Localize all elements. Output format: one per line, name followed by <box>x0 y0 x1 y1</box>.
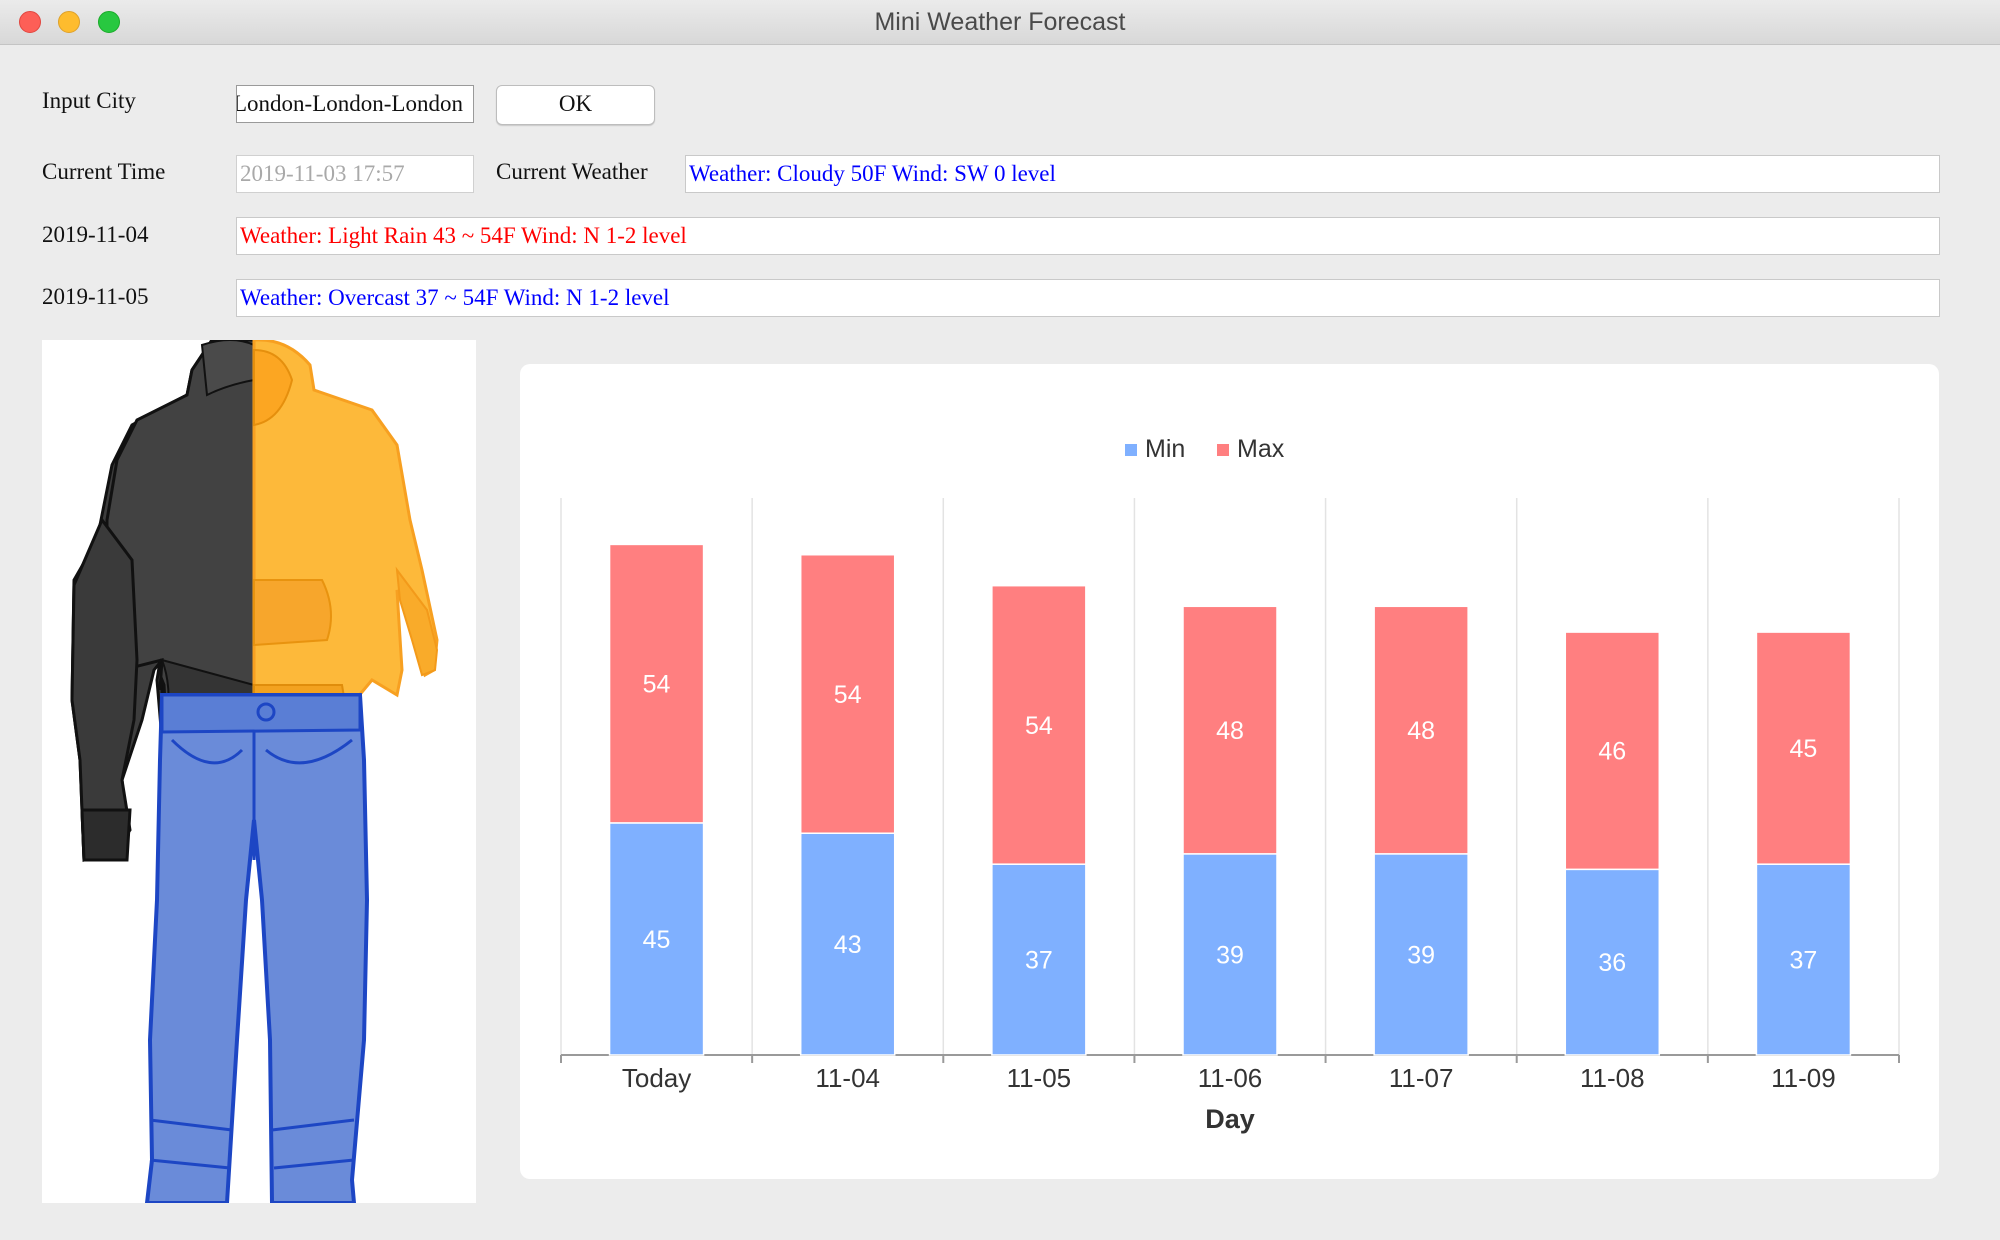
x-tick-label: 11-05 <box>1007 1063 1072 1093</box>
forecast-weather-field-2: Weather: Overcast 37 ~ 54F Wind: N 1-2 l… <box>236 279 1940 317</box>
data-label-min: 39 <box>1216 941 1244 969</box>
forecast-date-2: 2019-11-05 <box>42 284 149 309</box>
current-time-label: Current Time <box>42 159 166 184</box>
data-label-max: 45 <box>1790 735 1818 763</box>
data-label-min: 37 <box>1790 947 1818 975</box>
data-label-min: 45 <box>643 926 671 954</box>
outfit-image <box>42 338 476 1205</box>
x-tick-label: 11-08 <box>1580 1063 1645 1093</box>
data-label-max: 54 <box>643 671 671 699</box>
temperature-chart-svg: Min Max 45 54 Today 43 54 11-04 37 54 11-05 39 48 11-… <box>560 435 1900 1134</box>
city-input[interactable]: London-London-London <box>236 85 474 123</box>
legend-label-max: Max <box>1237 435 1285 463</box>
current-weather-field: Weather: Cloudy 50F Wind: SW 0 level <box>685 155 1940 193</box>
data-label-min: 43 <box>834 931 862 959</box>
jeans-icon <box>144 693 370 1205</box>
data-label-max: 54 <box>834 681 862 709</box>
data-label-max: 48 <box>1216 717 1244 745</box>
forecast-weather-field-1: Weather: Light Rain 43 ~ 54F Wind: N 1-2… <box>236 217 1940 255</box>
window-title: Mini Weather Forecast <box>874 8 1126 36</box>
forecast-date-1: 2019-11-04 <box>42 222 149 247</box>
legend-swatch-min <box>1125 444 1137 456</box>
x-tick-label: 11-04 <box>815 1063 880 1093</box>
outfit-illustration <box>70 338 439 1205</box>
data-label-max: 48 <box>1407 717 1435 745</box>
legend-swatch-max <box>1217 444 1229 456</box>
input-city-label: Input City <box>42 88 136 113</box>
data-label-max: 46 <box>1598 738 1626 766</box>
data-label-min: 39 <box>1407 941 1435 969</box>
x-tick-label: 11-06 <box>1198 1063 1263 1093</box>
temperature-chart: Min Max 45 54 Today 43 54 11-04 37 54 11-05 39 48 11-… <box>520 364 1939 1179</box>
data-label-min: 36 <box>1598 949 1626 977</box>
current-weather-label: Current Weather <box>496 159 648 184</box>
x-axis-title: Day <box>1205 1104 1255 1134</box>
ok-button[interactable]: OK <box>496 85 655 125</box>
current-time-field: 2019-11-03 17:57 <box>236 155 474 193</box>
x-tick-label: 11-07 <box>1389 1063 1454 1093</box>
data-label-max: 54 <box>1025 712 1053 740</box>
title-bar: Mini Weather Forecast <box>0 0 2000 45</box>
x-tick-label: Today <box>622 1063 691 1093</box>
x-tick-label: 11-09 <box>1771 1063 1836 1093</box>
legend-label-min: Min <box>1145 435 1185 463</box>
data-label-min: 37 <box>1025 947 1053 975</box>
app-window: Mini Weather Forecast Input City London-… <box>0 0 2000 1240</box>
